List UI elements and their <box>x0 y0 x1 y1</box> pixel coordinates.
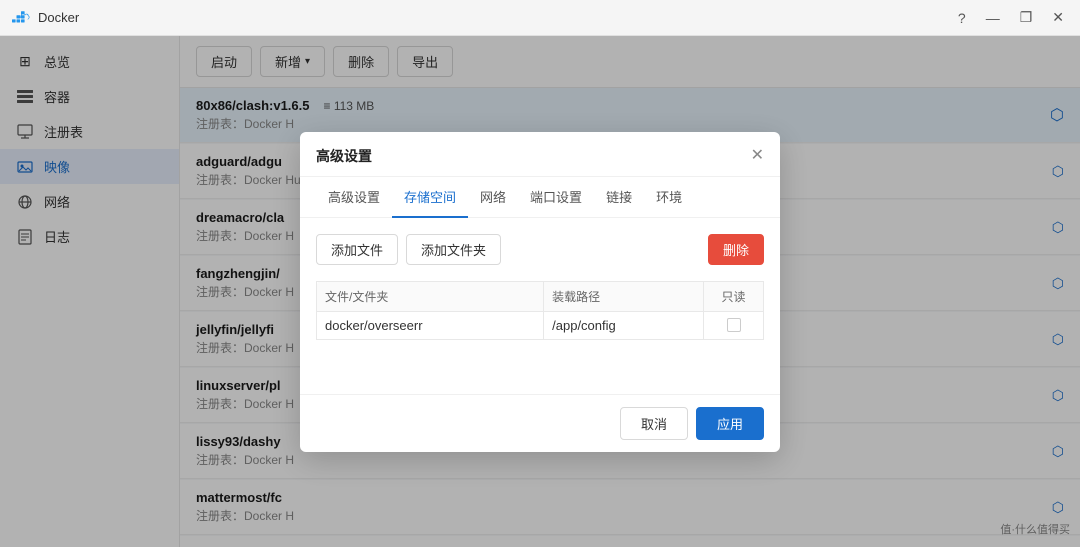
modal-title: 高级设置 <box>316 146 372 166</box>
modal-close-button[interactable]: ✕ <box>751 148 764 164</box>
title-bar-controls: ? — ❐ ✕ <box>954 7 1068 28</box>
readonly-checkbox[interactable] <box>727 318 741 332</box>
apply-button[interactable]: 应用 <box>696 407 764 440</box>
app-title: Docker <box>38 10 79 25</box>
tab-advanced-settings[interactable]: 高级设置 <box>316 177 392 218</box>
docker-icon <box>12 9 30 27</box>
close-button[interactable]: ✕ <box>1048 7 1068 28</box>
tab-links[interactable]: 链接 <box>594 177 644 218</box>
title-bar: Docker ? — ❐ ✕ <box>0 0 1080 36</box>
add-folder-button[interactable]: 添加文件夹 <box>406 234 501 265</box>
volume-table: 文件/文件夹 装载路径 只读 docker/overseerr /app/con… <box>316 281 764 340</box>
readonly-checkbox-container <box>712 318 755 332</box>
cancel-button[interactable]: 取消 <box>620 407 688 440</box>
modal-footer: 取消 应用 <box>300 394 780 452</box>
help-button[interactable]: ? <box>954 8 970 28</box>
volume-row: docker/overseerr /app/config <box>317 311 764 339</box>
modal-header: 高级设置 ✕ <box>300 132 780 177</box>
col-header-readonly: 只读 <box>704 281 764 311</box>
volume-readonly-cell <box>704 311 764 339</box>
modal-backdrop: 高级设置 ✕ 高级设置 存储空间 网络 端口设置 链接 环境 添加文件 添加文件… <box>0 36 1080 547</box>
tab-network[interactable]: 网络 <box>468 177 518 218</box>
modal-body: 添加文件 添加文件夹 删除 文件/文件夹 装载路径 只读 docker/over… <box>300 218 780 394</box>
modal-toolbar-left: 添加文件 添加文件夹 <box>316 234 501 265</box>
modal-toolbar: 添加文件 添加文件夹 删除 <box>316 234 764 265</box>
volume-mount-path: /app/config <box>544 311 704 339</box>
minimize-button[interactable]: — <box>982 8 1004 28</box>
modal-tabs: 高级设置 存储空间 网络 端口设置 链接 环境 <box>300 177 780 218</box>
tab-environment[interactable]: 环境 <box>644 177 694 218</box>
advanced-settings-modal: 高级设置 ✕ 高级设置 存储空间 网络 端口设置 链接 环境 添加文件 添加文件… <box>300 132 780 452</box>
col-header-mount: 装载路径 <box>544 281 704 311</box>
title-bar-left: Docker <box>12 9 79 27</box>
maximize-button[interactable]: ❐ <box>1016 7 1037 28</box>
add-file-button[interactable]: 添加文件 <box>316 234 398 265</box>
col-header-file: 文件/文件夹 <box>317 281 544 311</box>
tab-ports[interactable]: 端口设置 <box>518 177 594 218</box>
delete-volume-button[interactable]: 删除 <box>708 234 764 265</box>
tab-storage[interactable]: 存储空间 <box>392 177 468 218</box>
volume-file-path: docker/overseerr <box>317 311 544 339</box>
